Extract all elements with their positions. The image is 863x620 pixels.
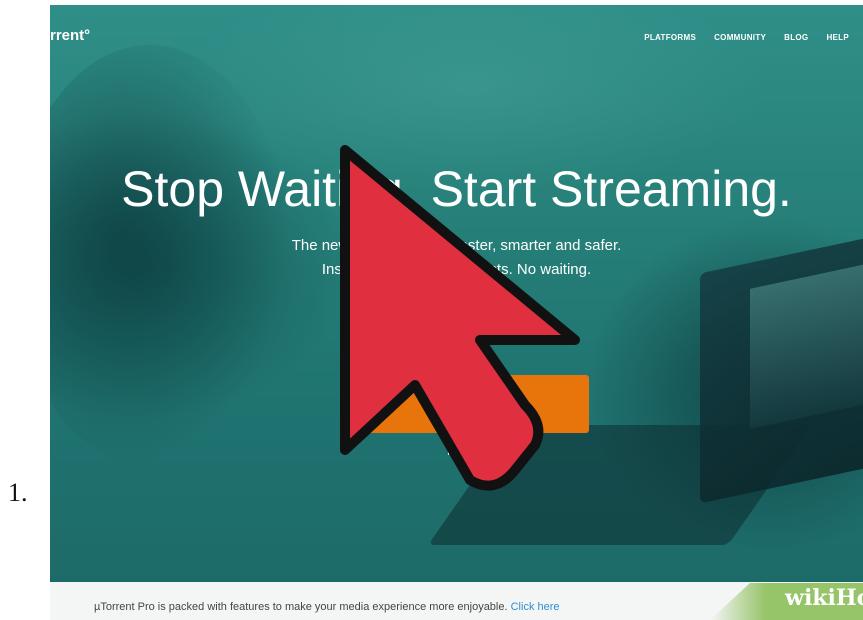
promo-footer-message: µTorrent Pro is packed with features to …: [94, 601, 511, 613]
website-screenshot: rrent° PLATFORMS COMMUNITY BLOG HELP Sto…: [50, 5, 863, 620]
person-silhouette: [50, 45, 290, 465]
nav-community[interactable]: COMMUNITY: [714, 33, 766, 42]
promo-footer-text: µTorrent Pro is packed with features to …: [94, 601, 560, 613]
step-number: 1.: [8, 478, 28, 507]
click-here-link[interactable]: Click here: [511, 601, 560, 613]
nav-help[interactable]: HELP: [826, 33, 849, 42]
top-nav: PLATFORMS COMMUNITY BLOG HELP: [644, 33, 849, 42]
wikihow-watermark: wikiHow: [785, 585, 863, 611]
laptop-screen: [750, 261, 863, 429]
nav-platforms[interactable]: PLATFORMS: [644, 33, 696, 42]
arrow-cursor-icon: [340, 145, 580, 491]
nav-blog[interactable]: BLOG: [784, 33, 808, 42]
site-logo[interactable]: rrent°: [50, 27, 90, 44]
